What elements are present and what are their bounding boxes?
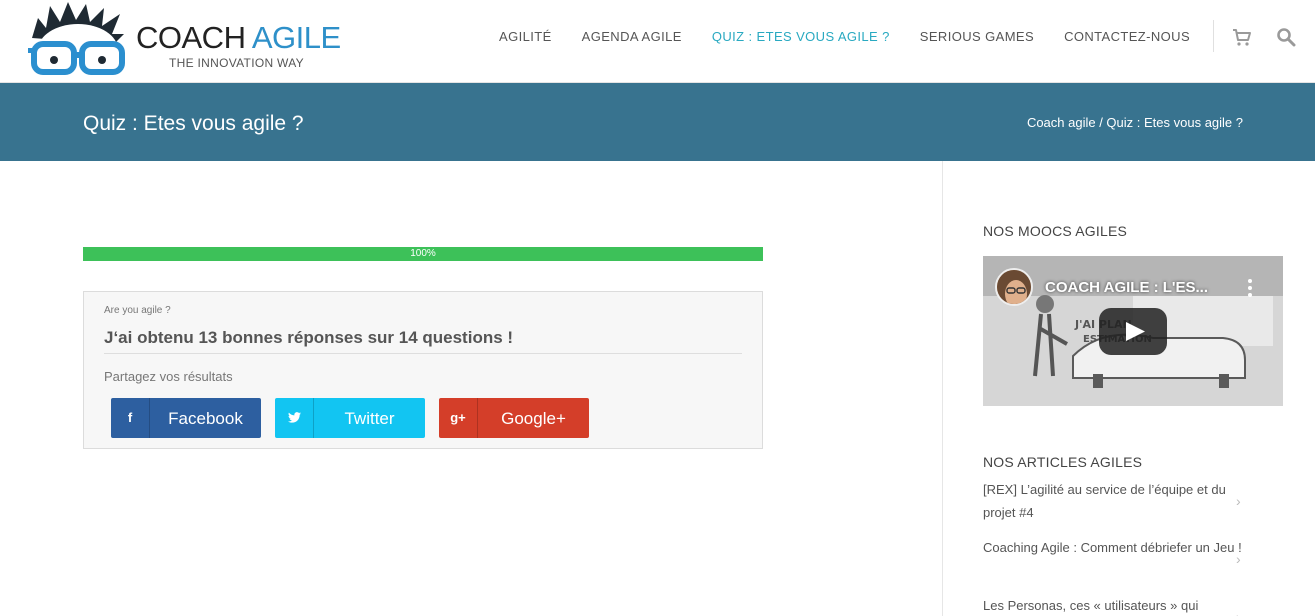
youtube-video-embed[interactable]: J'AI PLAN ESTIMATION COACH AGILE : L'ES.…	[983, 256, 1283, 406]
article-title: [REX] L’agilité au service de l’équipe e…	[983, 482, 1226, 520]
site-logo[interactable]: COACH AGILE THE INNOVATION WAY	[24, 0, 344, 82]
nav-divider	[1213, 20, 1214, 52]
main-nav: AGILITÉ AGENDA AGILE QUIZ : ETES VOUS AG…	[499, 28, 1220, 46]
page-title-band: Quiz : Etes vous agile ? Coach agile / Q…	[0, 83, 1315, 161]
sidebar-divider	[942, 161, 943, 616]
twitter-icon	[275, 398, 314, 438]
moocs-widget-title: NOS MOOCS AGILES	[983, 223, 1128, 239]
quiz-name: Are you agile ?	[104, 305, 171, 316]
cart-icon[interactable]	[1232, 27, 1252, 47]
articles-widget-title: NOS ARTICLES AGILES	[983, 454, 1143, 470]
article-link[interactable]: Coaching Agile : Comment débriefer un Je…	[983, 536, 1248, 567]
chevron-right-icon: ›	[1236, 606, 1241, 616]
article-link[interactable]: Les Personas, ces « utilisateurs » qui ›	[983, 594, 1248, 616]
share-button-label: Twitter	[344, 409, 395, 428]
nav-item-quiz[interactable]: QUIZ : ETES VOUS AGILE ?	[712, 28, 890, 46]
logo-tagline: THE INNOVATION WAY	[169, 56, 304, 70]
play-button[interactable]	[1099, 308, 1167, 355]
quiz-result-box: Are you agile ? J‘ai obtenu 13 bonnes ré…	[83, 291, 763, 449]
share-label: Partagez vos résultats	[104, 369, 233, 384]
site-header: COACH AGILE THE INNOVATION WAY AGILITÉ A…	[0, 0, 1315, 83]
play-icon	[1126, 322, 1145, 341]
more-options-icon[interactable]	[1247, 278, 1253, 298]
nav-item-contactez-nous[interactable]: CONTACTEZ-NOUS	[1064, 28, 1190, 46]
search-icon[interactable]	[1276, 27, 1296, 47]
breadcrumb[interactable]: Coach agile / Quiz : Etes vous agile ?	[1027, 114, 1243, 132]
share-button-label: Google+	[501, 409, 566, 428]
share-button-label: Facebook	[168, 409, 243, 428]
nav-item-serious-games[interactable]: SERIOUS GAMES	[920, 28, 1034, 46]
google-plus-share-button[interactable]: g+ Google+	[439, 398, 589, 438]
page-title: Quiz : Etes vous agile ?	[83, 112, 304, 135]
article-title: Coaching Agile : Comment débriefer un Je…	[983, 540, 1242, 555]
chevron-right-icon: ›	[1236, 493, 1241, 509]
nav-item-agenda-agile[interactable]: AGENDA AGILE	[582, 28, 682, 46]
chevron-right-icon: ›	[1236, 551, 1241, 567]
nav-item-agilite[interactable]: AGILITÉ	[499, 28, 552, 46]
article-title: Les Personas, ces « utilisateurs » qui	[983, 598, 1199, 613]
divider	[104, 353, 742, 354]
quiz-progress-bar: 100%	[83, 247, 763, 261]
facebook-icon: f	[111, 398, 150, 438]
article-link[interactable]: [REX] L’agilité au service de l’équipe e…	[983, 478, 1248, 524]
facebook-share-button[interactable]: f Facebook	[111, 398, 261, 438]
twitter-share-button[interactable]: Twitter	[275, 398, 425, 438]
video-title[interactable]: COACH AGILE : L'ES...	[1045, 279, 1208, 297]
mascot-logo-icon	[28, 2, 125, 76]
channel-avatar[interactable]	[995, 268, 1033, 306]
logo-wordmark: COACH AGILE	[136, 20, 341, 55]
progress-label: 100%	[410, 248, 436, 259]
google-plus-icon: g+	[439, 398, 478, 438]
quiz-result-text: J‘ai obtenu 13 bonnes réponses sur 14 qu…	[104, 328, 514, 347]
